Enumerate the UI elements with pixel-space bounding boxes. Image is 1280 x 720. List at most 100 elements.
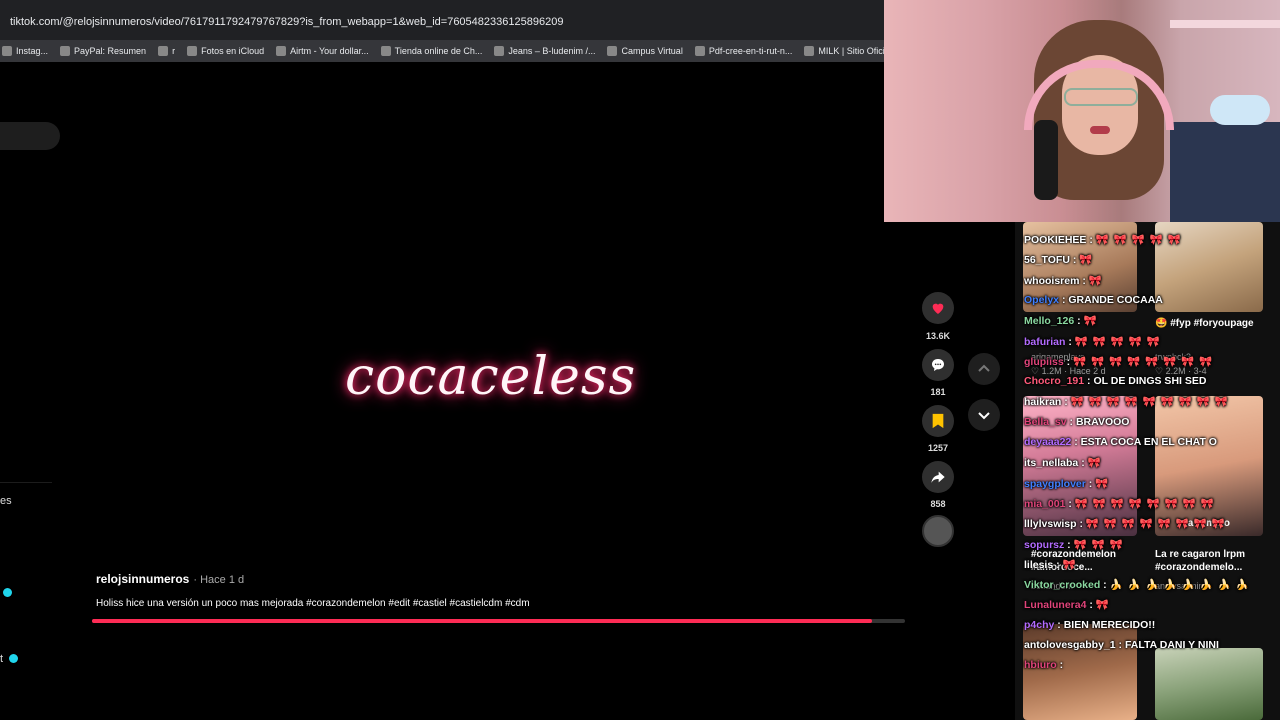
chat-message: spaygplover : 🎀 xyxy=(1024,477,1110,490)
bookmark-item[interactable]: r xyxy=(158,46,175,56)
music-disc-icon[interactable] xyxy=(922,515,954,547)
chat-emote-icon: 🎀 xyxy=(1087,457,1102,470)
chat-username[interactable]: Mello_126 xyxy=(1024,315,1074,327)
bed xyxy=(1170,122,1280,222)
chat-username[interactable]: haikran xyxy=(1024,396,1061,408)
video-progress-bar[interactable] xyxy=(92,619,905,623)
video-author[interactable]: relojsinnumeros · Hace 1 d xyxy=(96,572,244,586)
stream-chat-overlay: POOKIEHEE : 🎀 🎀 🎀 🎀 🎀 56_TOFU : 🎀 whooisre… xyxy=(1024,225,1280,720)
video-caption: Holiss hice una versión un poco mas mejo… xyxy=(96,598,530,609)
chat-message: Mello_126 : 🎀 xyxy=(1024,315,1098,328)
chat-message: whooisrem : 🎀 xyxy=(1024,274,1103,287)
chat-text: BIEN MERECIDO!! xyxy=(1063,618,1156,631)
bookmark-count: 1257 xyxy=(927,443,949,453)
chat-emote-icon: 🎀 xyxy=(1079,254,1094,267)
chat-message: Viktor_crooked : 🍌 🍌 🍌 🍌 🍌 🍌 🍌 🍌 xyxy=(1024,579,1250,592)
bookmark-label: Fotos en iCloud xyxy=(201,46,265,56)
chat-message: lllylvswisp : 🎀 🎀 🎀 🎀 🎀 🎀 🎀 🎀 xyxy=(1024,518,1226,531)
tiktok-page: es t cocaceless relojsinnumeros · Hace 1 … xyxy=(0,62,1015,720)
bookmark-favicon-icon xyxy=(804,46,815,56)
bookmark-item[interactable]: Instag... xyxy=(2,46,48,56)
chat-username[interactable]: hbiuro xyxy=(1024,659,1057,671)
chat-message: POOKIEHEE : 🎀 🎀 🎀 🎀 🎀 xyxy=(1024,234,1182,246)
chat-emote-icon: 🎀 🎀 🎀 🎀 🎀 🎀 🎀 🎀 xyxy=(1073,355,1214,368)
streamer-webcam xyxy=(884,0,1280,222)
bookmark-favicon-icon xyxy=(607,46,618,56)
plush-pillow xyxy=(1210,95,1270,125)
bookmark-item[interactable]: Jeans – B-ludenim /... xyxy=(494,46,595,56)
chat-emote-icon: 🎀 🎀 🎀 🎀 🎀 🎀 🎀 🎀 🎀 xyxy=(1070,396,1229,409)
chat-emote-icon: 🎀 xyxy=(1062,558,1077,571)
chat-message: hbiuro : xyxy=(1024,659,1064,672)
chat-message: deyaaa22 : ESTA COCA EN EL CHAT O xyxy=(1024,436,1217,448)
video-progress-fill xyxy=(92,619,873,623)
chat-message: antolovesgabby_1 : FALTA DANI Y NINI xyxy=(1024,639,1219,651)
chat-message: glupiiss : 🎀 🎀 🎀 🎀 🎀 🎀 🎀 🎀 xyxy=(1024,355,1214,368)
bookmark-item[interactable]: MILK | Sitio Oficial |... xyxy=(804,46,884,56)
chat-username[interactable]: lilesis xyxy=(1024,559,1053,571)
bookmark-item[interactable]: Airtm - Your dollar... xyxy=(276,46,369,56)
bookmark-favicon-icon xyxy=(60,46,71,56)
chat-username[interactable]: p4chy xyxy=(1024,619,1054,631)
microphone xyxy=(1034,120,1058,200)
chat-text: FALTA DANI Y NINI xyxy=(1124,639,1219,651)
bookmark-item[interactable]: Fotos en iCloud xyxy=(187,46,264,56)
chat-username[interactable]: whooisrem xyxy=(1024,275,1079,287)
chat-message: Chocro_191 : OL DE DINGS SHI SED xyxy=(1024,375,1207,388)
share-icon xyxy=(931,471,945,483)
bookmark-label: Pdf-cree-en-ti-rut-n... xyxy=(708,46,793,56)
bookmark-item[interactable]: PayPal: Resumen xyxy=(60,46,146,56)
chat-username[interactable]: bafurian xyxy=(1024,336,1065,348)
chat-username[interactable]: Bella_sv xyxy=(1024,416,1067,428)
bookmark-icon xyxy=(932,413,944,429)
chat-username[interactable]: lllylvswisp xyxy=(1024,518,1077,530)
search-input[interactable] xyxy=(0,122,60,150)
chat-username[interactable]: antolovesgabby_1 xyxy=(1024,639,1116,651)
author-name[interactable]: relojsinnumeros xyxy=(96,572,189,586)
chat-username[interactable]: glupiiss xyxy=(1024,356,1064,368)
chat-username[interactable]: Viktor_crooked xyxy=(1024,579,1100,591)
chevron-down-icon xyxy=(978,412,990,420)
bookmark-button[interactable] xyxy=(922,405,954,437)
bookmark-favicon-icon xyxy=(158,46,169,56)
chat-text: OL DE DINGS SHI SED xyxy=(1093,375,1207,388)
chat-message: 56_TOFU : 🎀 xyxy=(1024,254,1094,267)
share-button[interactable] xyxy=(922,461,954,493)
bookmark-item[interactable]: Pdf-cree-en-ti-rut-n... xyxy=(694,46,793,56)
chat-username[interactable]: Lunalunera4 xyxy=(1024,599,1086,611)
bookmark-label: Airtm - Your dollar... xyxy=(290,46,369,56)
chat-username[interactable]: 56_TOFU xyxy=(1024,254,1070,266)
comment-button[interactable] xyxy=(922,349,954,381)
chat-username[interactable]: its_nellaba xyxy=(1024,457,1078,469)
chat-username[interactable]: Chocro_191 xyxy=(1024,375,1084,387)
previous-video-button[interactable] xyxy=(968,353,1000,385)
chat-text: ESTA COCA EN EL CHAT O xyxy=(1080,436,1217,448)
wall-shelf xyxy=(1170,20,1280,28)
chat-username[interactable]: POOKIEHEE xyxy=(1024,234,1086,246)
chevron-up-icon xyxy=(978,364,990,372)
chat-username[interactable]: deyaaa22 xyxy=(1024,436,1071,448)
bookmark-label: Campus Virtual xyxy=(621,46,683,56)
sidebar-text-fragment: es xyxy=(0,495,12,507)
bookmark-favicon-icon xyxy=(187,46,198,56)
chat-username[interactable]: mia_001 xyxy=(1024,498,1065,510)
bookmark-label: MILK | Sitio Oficial |... xyxy=(818,46,884,56)
chat-username[interactable]: Opelyx xyxy=(1024,294,1059,306)
url-field[interactable]: tiktok.com/@relojsinnumeros/video/761791… xyxy=(10,16,563,28)
bookmark-item[interactable]: Tienda online de Ch... xyxy=(380,46,482,56)
like-count: 13.6K xyxy=(925,331,951,341)
chat-message: its_nellaba : 🎀 xyxy=(1024,457,1102,470)
chat-username[interactable]: sopursz xyxy=(1024,539,1064,551)
chat-message: mia_001 : 🎀 🎀 🎀 🎀 🎀 🎀 🎀 🎀 xyxy=(1024,497,1215,510)
sidebar-text-fragment: t xyxy=(0,653,4,665)
chat-emote-icon: 🎀 xyxy=(1095,477,1110,490)
chat-message: bafurian : 🎀 🎀 🎀 🎀 🎀 xyxy=(1024,335,1161,348)
chat-emote-icon: 🎀 🎀 🎀 🎀 🎀 🎀 🎀 🎀 xyxy=(1085,518,1226,531)
bookmark-item[interactable]: Campus Virtual xyxy=(607,46,683,56)
like-button[interactable] xyxy=(922,292,954,324)
chat-message: lilesis : 🎀 xyxy=(1024,558,1077,571)
chat-text: GRANDE COCAAA xyxy=(1068,293,1163,306)
bookmark-favicon-icon xyxy=(276,46,287,56)
chat-username[interactable]: spaygplover xyxy=(1024,478,1086,490)
next-video-button[interactable] xyxy=(968,399,1000,431)
